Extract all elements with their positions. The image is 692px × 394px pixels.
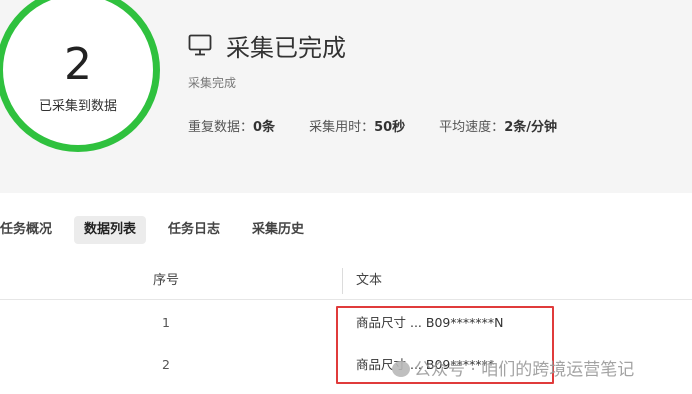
tab-bar: 任务概况 数据列表 任务日志 采集历史 — [0, 216, 326, 244]
tab-collection-history[interactable]: 采集历史 — [242, 216, 314, 244]
summary-panel: 2 已采集到数据 采集已完成 采集完成 重复数据：0条 采集用时：50秒 平均速… — [0, 0, 692, 193]
column-header-text[interactable]: 文本 — [356, 266, 382, 296]
watermark: 公众号 · 咱们的跨境运营笔记 — [392, 355, 634, 380]
wechat-icon — [392, 361, 410, 377]
stats-row: 重复数据：0条 采集用时：50秒 平均速度：2条/分钟 — [188, 116, 591, 135]
column-divider[interactable] — [342, 268, 343, 294]
status-subtitle: 采集完成 — [188, 76, 237, 90]
watermark-text: 公众号 · 咱们的跨境运营笔记 — [414, 360, 635, 380]
column-header-index[interactable]: 序号 — [146, 266, 186, 296]
tab-task-log[interactable]: 任务日志 — [158, 216, 230, 244]
table-header: 序号 文本 — [0, 266, 692, 300]
status-title: 采集已完成 — [226, 33, 346, 62]
row-index: 2 — [162, 357, 170, 372]
stat-duplicates: 重复数据：0条 — [188, 120, 276, 135]
status-header: 采集已完成 — [188, 30, 346, 62]
stat-elapsed: 采集用时：50秒 — [309, 120, 406, 135]
monitor-icon — [188, 34, 212, 56]
row-index: 1 — [162, 315, 170, 330]
collected-count-label: 已采集到数据 — [38, 99, 117, 114]
tab-task-overview[interactable]: 任务概况 — [0, 216, 62, 244]
collected-count-ring: 2 已采集到数据 — [0, 0, 160, 152]
tab-data-list[interactable]: 数据列表 — [74, 216, 147, 244]
collected-count: 2 — [64, 39, 92, 90]
stat-speed: 平均速度：2条/分钟 — [439, 120, 557, 135]
